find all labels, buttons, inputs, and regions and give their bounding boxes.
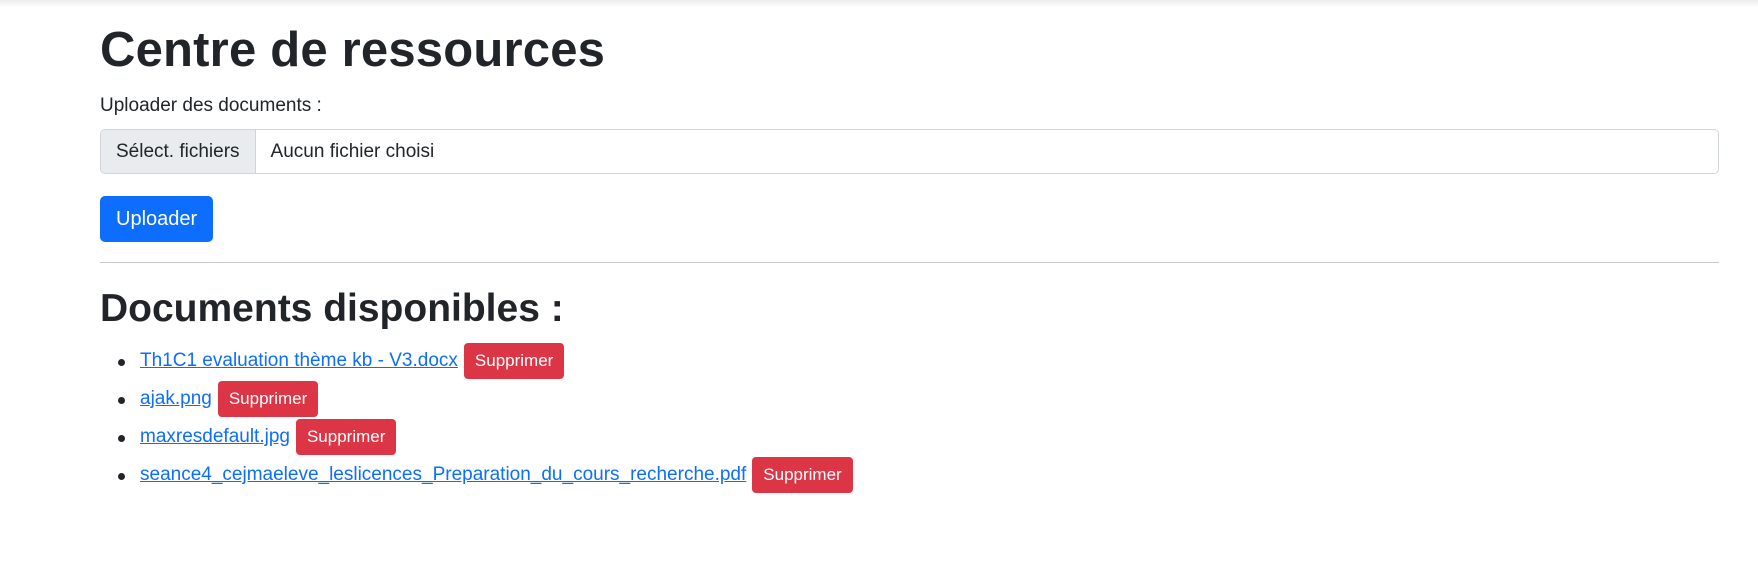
bullet-icon <box>118 473 125 480</box>
delete-button[interactable]: Supprimer <box>295 419 397 455</box>
bullet-icon <box>118 359 125 366</box>
page-title: Centre de ressources <box>100 23 606 77</box>
document-link[interactable]: Th1C1 evaluation thème kb - V3.docx <box>140 350 458 372</box>
document-link[interactable]: ajak.png <box>140 388 212 410</box>
list-item: maxresdefault.jpg Supprimer <box>100 418 853 456</box>
divider <box>100 262 1719 263</box>
file-input[interactable]: Sélect. fichiers Aucun fichier choisi <box>100 129 1719 174</box>
list-item: seance4_cejmaeleve_leslicences_Preparati… <box>100 456 853 494</box>
delete-button[interactable]: Supprimer <box>752 457 853 493</box>
upload-label: Uploader des documents : <box>100 95 322 116</box>
select-files-button[interactable]: Sélect. fichiers <box>101 130 256 173</box>
upload-button[interactable]: Uploader <box>100 196 214 242</box>
documents-section-title: Documents disponibles : <box>100 287 564 330</box>
bullet-icon <box>118 397 125 404</box>
list-item: Th1C1 evaluation thème kb - V3.docx Supp… <box>100 342 853 380</box>
bullet-icon <box>118 435 125 442</box>
document-link[interactable]: seance4_cejmaeleve_leslicences_Preparati… <box>140 464 746 486</box>
top-shadow <box>0 0 1758 8</box>
delete-button[interactable]: Supprimer <box>217 381 319 417</box>
document-link[interactable]: maxresdefault.jpg <box>140 426 290 448</box>
file-status-text: Aucun fichier choisi <box>270 140 435 162</box>
documents-list: Th1C1 evaluation thème kb - V3.docx Supp… <box>100 342 853 494</box>
delete-button[interactable]: Supprimer <box>463 343 565 379</box>
list-item: ajak.png Supprimer <box>100 380 853 418</box>
